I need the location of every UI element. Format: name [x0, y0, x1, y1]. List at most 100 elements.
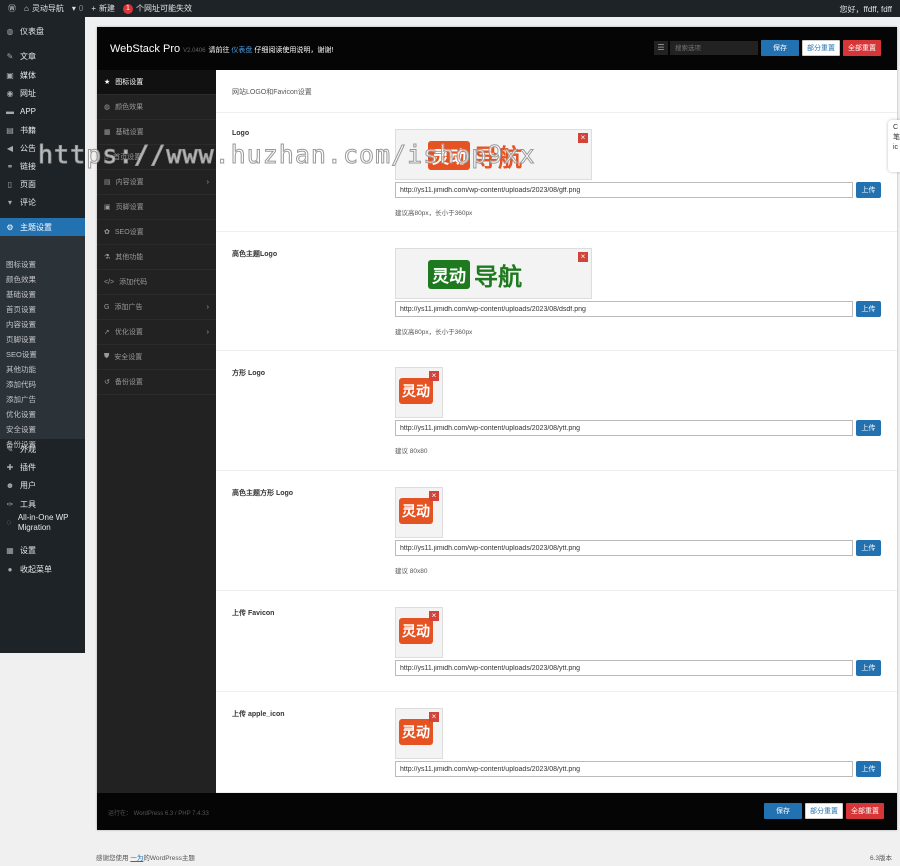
image-url-input[interactable]: [395, 301, 853, 317]
image-url-input[interactable]: [395, 420, 853, 436]
broken-links-notice[interactable]: 1 个网址可能失效: [122, 3, 192, 14]
nav-item[interactable]: </> 添加代码: [97, 270, 216, 295]
wp-submenu-item[interactable]: 添加广告: [6, 394, 36, 405]
nav-item[interactable]: ▤ 内容设置 ›: [97, 170, 216, 195]
upload-button[interactable]: 上传: [856, 660, 881, 676]
new-link[interactable]: + 新建: [91, 3, 115, 14]
wp-menu-9[interactable]: ▯ 页面: [0, 175, 85, 193]
wp-menu-10[interactable]: ▾ 评论: [0, 193, 85, 211]
upload-button[interactable]: 上传: [856, 301, 881, 317]
wp-submenu-item[interactable]: 颜色效果: [6, 274, 36, 285]
nav-item[interactable]: ↺ 备份设置: [97, 370, 216, 395]
author-link[interactable]: 一为: [130, 855, 143, 862]
reset-all-button[interactable]: 全部重置: [843, 40, 881, 56]
wp-menu-label: 页面: [20, 179, 36, 189]
wp-menu2-5[interactable]: ◌ All-in-One WP Migration: [0, 511, 85, 535]
wp-menu-label: APP: [20, 106, 37, 116]
settings-icon: ▦: [6, 545, 14, 555]
nav-item[interactable]: ⌂ 首页设置: [97, 145, 216, 170]
footer-save-button[interactable]: 保存: [764, 803, 802, 819]
nav-item[interactable]: ▦ 基础设置: [97, 120, 216, 145]
image-url-input[interactable]: [395, 540, 853, 556]
upload-button[interactable]: 上传: [856, 182, 881, 198]
pin-icon: ✎: [6, 51, 14, 61]
remove-image-icon[interactable]: ×: [578, 133, 588, 143]
wp-admin-sidebar: 图标设置颜色效果基础设置首页设置内容设置页脚设置 SEO设置其他功能添加代码添加广…: [0, 17, 85, 653]
comments-link[interactable]: ▾ 0: [72, 4, 83, 13]
wp-submenu-item[interactable]: 其他功能: [6, 364, 36, 375]
options-nav: ★ 图标设置 ◍ 颜色效果 ▦ 基础设置 ⌂ 首页设置 ▤ 内容设置 › ▣ 页脚设置 ✿ SEO设置 ⚗ 其他…: [97, 70, 216, 793]
wp-menu-label: 工具: [20, 499, 36, 509]
footer-partial-reset-button[interactable]: 部分重置: [805, 803, 843, 819]
logo-image: 灵动 导航: [428, 138, 522, 173]
site-name-link[interactable]: ⌂ 灵动导航: [24, 3, 64, 14]
upload-button[interactable]: 上传: [856, 420, 881, 436]
image-url-input[interactable]: [395, 761, 853, 777]
field-row: 上传 apple_icon 灵动× 上传: [216, 692, 897, 793]
side-notice-tab[interactable]: C 笔 ic: [888, 120, 900, 172]
wp-menu-3[interactable]: ▣ 媒体: [0, 66, 85, 84]
wp-menu-label: 评论: [20, 197, 36, 207]
nav-icon: ★: [104, 79, 111, 86]
wp-menu-label: 媒体: [20, 70, 36, 80]
field-row: 高色主题方形 Logo 灵动× 上传建议 80x80: [216, 471, 897, 591]
nav-item[interactable]: G 添加广告 ›: [97, 295, 216, 320]
nav-label: 添加代码: [119, 279, 148, 286]
nav-item[interactable]: ⚗ 其他功能: [97, 245, 216, 270]
wp-menu-4[interactable]: ◉ 网址: [0, 84, 85, 102]
wp-submenu-item[interactable]: 内容设置: [6, 319, 36, 330]
nav-item[interactable]: ➚ 优化设置 ›: [97, 320, 216, 345]
brush-icon: ✎: [6, 444, 14, 454]
wrench-icon: ✑: [6, 499, 14, 509]
user-greeting[interactable]: 您好，ffdff, fdff: [840, 4, 892, 15]
wp-menu2-1[interactable]: ✎ 外观: [0, 440, 85, 458]
upload-button[interactable]: 上传: [856, 540, 881, 556]
wp-submenu-item[interactable]: 安全设置: [6, 424, 36, 435]
nav-item[interactable]: ✿ SEO设置: [97, 220, 216, 245]
save-button[interactable]: 保存: [761, 40, 799, 56]
image-url-input[interactable]: [395, 182, 853, 198]
nav-item[interactable]: ⛊ 安全设置: [97, 345, 216, 370]
nav-item[interactable]: ★ 图标设置: [97, 70, 216, 95]
expand-list-icon[interactable]: ☰: [654, 41, 668, 55]
book-icon: ▤: [6, 125, 14, 135]
upload-button[interactable]: 上传: [856, 761, 881, 777]
wp-submenu-item[interactable]: SEO设置: [6, 349, 37, 360]
nav-item[interactable]: ◍ 颜色效果: [97, 95, 216, 120]
wp-menu-7[interactable]: ◀ 公告: [0, 139, 85, 157]
search-options-input[interactable]: [670, 41, 758, 55]
wp-menu-8[interactable]: ⚭ 链接: [0, 157, 85, 175]
wp-menu-11[interactable]: ⚙ 主题设置: [0, 218, 85, 236]
wp-menu-2[interactable]: ✎ 文章: [0, 47, 85, 65]
panel-footer: 运行在： WordPress 6.3 / PHP 7.4.33 保存 部分重置 …: [97, 793, 897, 830]
wp-menu2-2[interactable]: ✚ 插件: [0, 458, 85, 476]
plus-icon: +: [91, 4, 96, 13]
app-icon: ▬: [6, 106, 14, 116]
wp-menu2-6[interactable]: ▦ 设置: [0, 541, 85, 559]
footer-reset-all-button[interactable]: 全部重置: [846, 803, 884, 819]
wordpress-logo-icon[interactable]: Ⓦ: [8, 3, 16, 14]
wp-submenu-item[interactable]: 基础设置: [6, 289, 36, 300]
wp-menu-6[interactable]: ▤ 书籍: [0, 121, 85, 139]
wp-menu2-3[interactable]: ☻ 用户: [0, 476, 85, 494]
wp-menu2-7[interactable]: ● 收起菜单: [0, 560, 85, 578]
remove-image-icon[interactable]: ×: [578, 252, 588, 262]
plug-icon: ✚: [6, 462, 14, 472]
square-logo-image: 灵动: [399, 719, 433, 745]
image-preview: 灵动 导航 ×: [395, 248, 592, 299]
remove-image-icon[interactable]: ×: [429, 712, 439, 722]
remove-image-icon[interactable]: ×: [429, 371, 439, 381]
remove-image-icon[interactable]: ×: [429, 491, 439, 501]
dashboard-link[interactable]: 仪表盘: [231, 47, 252, 54]
wp-submenu-item[interactable]: 优化设置: [6, 409, 36, 420]
wp-submenu-item[interactable]: 添加代码: [6, 379, 36, 390]
nav-item[interactable]: ▣ 页脚设置: [97, 195, 216, 220]
image-url-input[interactable]: [395, 660, 853, 676]
remove-image-icon[interactable]: ×: [429, 611, 439, 621]
wp-menu-1[interactable]: ◍ 仪表盘: [0, 22, 85, 40]
wp-submenu-item[interactable]: 页脚设置: [6, 334, 36, 345]
wp-submenu-item[interactable]: 首页设置: [6, 304, 36, 315]
partial-reset-button[interactable]: 部分重置: [802, 40, 840, 56]
wp-submenu-item[interactable]: 图标设置: [6, 259, 36, 270]
wp-menu-5[interactable]: ▬ APP: [0, 102, 85, 120]
